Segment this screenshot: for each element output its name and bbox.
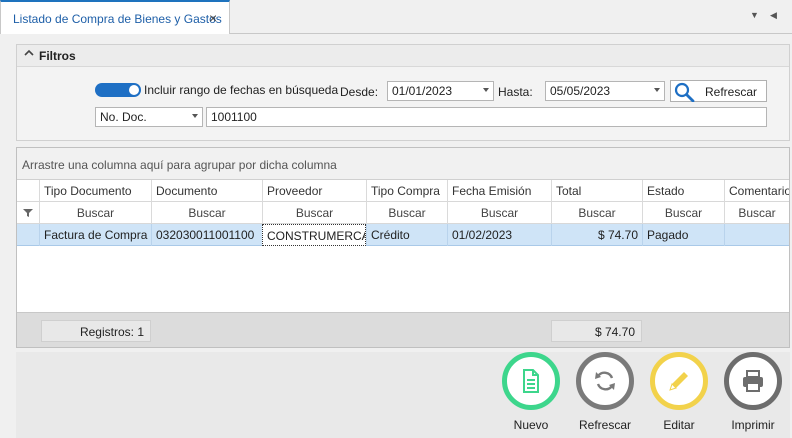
hasta-date-field[interactable]: 05/05/2023 [545,81,665,101]
cell-total[interactable]: $ 74.70 [551,224,642,246]
hasta-value: 05/05/2023 [550,84,611,98]
group-by-panel[interactable]: Arrastre una columna aquí para agrupar p… [17,148,789,180]
cell-fecha-emision[interactable]: 01/02/2023 [447,224,551,246]
doc-type-select[interactable]: No. Doc. [95,107,203,127]
cell-tipo-documento[interactable]: Factura de Compra [39,224,151,246]
refresh-icon [595,371,615,391]
document-search-value: 1001100 [211,110,257,124]
column-header-estado[interactable]: Estado [642,180,724,202]
header-indicator-cell [17,180,39,202]
toggle-knob [129,85,139,95]
search-tipo-documento[interactable]: Buscar [39,202,151,224]
date-range-toggle-label: Incluir rango de fechas en búsqueda [144,83,339,97]
tab-bar: Listado de Compra de Bienes y Gastos × ▼… [0,0,792,34]
filters-title: Filtros [39,49,76,63]
total-sum: $ 74.70 [551,320,642,342]
cell-tipo-compra[interactable]: Crédito [366,224,447,246]
document-search-input[interactable]: 1001100 [206,107,767,127]
cell-comentario[interactable] [724,224,789,246]
nuevo-button[interactable]: Nuevo [500,352,562,438]
editar-button[interactable]: Editar [648,352,710,438]
grid-footer: Registros: 1 $ 74.70 [17,312,789,347]
desde-value: 01/01/2023 [392,84,453,98]
cell-proveedor[interactable]: CONSTRUMERCA... [262,224,366,246]
hasta-label: Hasta: [498,85,533,99]
cell-documento[interactable]: 032030011001100 [151,224,262,246]
grid-header-row: Tipo Documento Documento Proveedor Tipo … [17,180,789,202]
chevron-up-icon[interactable] [24,48,34,58]
search-proveedor[interactable]: Buscar [262,202,366,224]
search-total[interactable]: Buscar [551,202,642,224]
printer-icon [743,370,763,392]
search-documento[interactable]: Buscar [151,202,262,224]
doc-type-value: No. Doc. [100,110,147,124]
chevron-down-icon[interactable] [483,88,489,92]
search-estado[interactable]: Buscar [642,202,724,224]
search-fecha-emision[interactable]: Buscar [447,202,551,224]
search-icon [674,82,695,102]
imprimir-label: Imprimir [731,418,775,432]
refrescar-circle[interactable] [576,352,634,410]
column-header-fecha-emision[interactable]: Fecha Emisión [447,180,551,202]
imprimir-button[interactable]: Imprimir [722,352,784,438]
date-range-toggle[interactable] [95,83,141,97]
nuevo-circle[interactable] [502,352,560,410]
chevron-down-icon[interactable] [654,88,660,92]
editar-circle[interactable] [650,352,708,410]
search-tipo-compra[interactable]: Buscar [366,202,447,224]
purchases-grid: Arrastre una columna aquí para agrupar p… [16,147,790,348]
chevron-down-icon[interactable] [192,114,198,118]
cell-estado[interactable]: Pagado [642,224,724,246]
tab-listado-compras[interactable]: Listado de Compra de Bienes y Gastos × [0,0,230,34]
table-row[interactable]: Factura de Compra 032030011001100 CONSTR… [17,224,789,246]
group-by-hint: Arrastre una columna aquí para agrupar p… [22,158,337,172]
pencil-icon [669,372,688,391]
refresh-button[interactable]: Refrescar [670,80,767,102]
tab-dropdown-icon[interactable]: ▼ [750,10,759,20]
record-count: Registros: 1 [41,320,151,342]
column-header-tipo-compra[interactable]: Tipo Compra [366,180,447,202]
filters-header[interactable]: Filtros [17,45,789,67]
action-bar: Nuevo Refrescar Editar Imprimir [16,352,790,438]
refresh-button-label: Refrescar [705,85,758,99]
column-header-tipo-documento[interactable]: Tipo Documento [39,180,151,202]
column-header-proveedor[interactable]: Proveedor [262,180,366,202]
tab-title: Listado de Compra de Bienes y Gastos [13,12,222,26]
close-icon[interactable]: × [209,10,217,26]
search-comentario[interactable]: Buscar [724,202,789,224]
grid-search-row: Buscar Buscar Buscar Buscar Buscar Busca… [17,202,789,224]
column-header-documento[interactable]: Documento [151,180,262,202]
column-header-total[interactable]: Total [551,180,642,202]
filters-panel: Filtros Incluir rango de fechas en búsqu… [16,44,790,141]
desde-date-field[interactable]: 01/01/2023 [387,81,494,101]
document-icon [523,369,539,393]
refrescar-button[interactable]: Refrescar [574,352,636,438]
desde-label: Desde: [340,85,379,99]
imprimir-circle[interactable] [724,352,782,410]
column-header-comentario[interactable]: Comentario [724,180,789,202]
scroll-left-icon[interactable]: ◀ [770,10,777,21]
